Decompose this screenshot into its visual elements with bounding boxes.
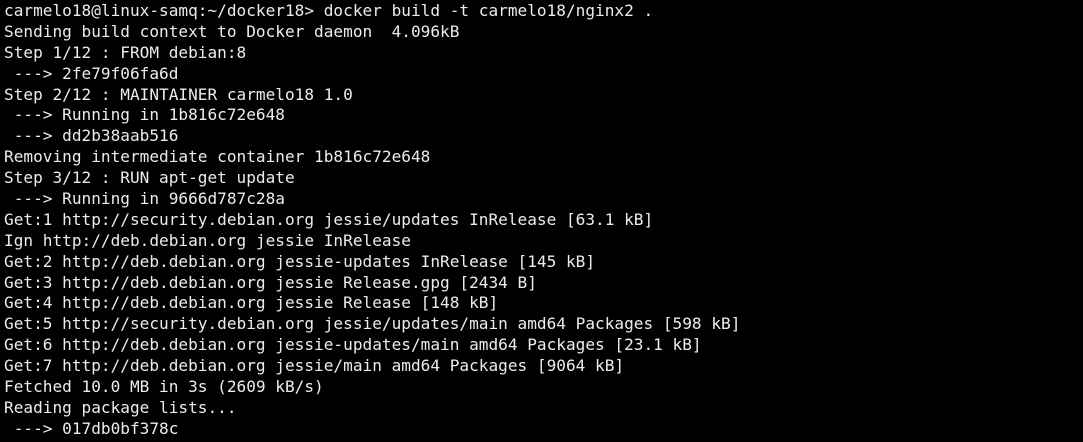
terminal-line: Reading package lists... bbox=[4, 397, 237, 417]
terminal-line: Fetched 10.0 MB in 3s (2609 kB/s) bbox=[4, 377, 324, 397]
terminal-line: Get:5 http://security.debian.org jessie/… bbox=[4, 314, 741, 334]
terminal-line: Ign http://deb.debian.org jessie InRelea… bbox=[4, 230, 411, 250]
terminal-line: ---> 2fe79f06fa6d bbox=[4, 63, 179, 83]
terminal-line: Get:7 http://deb.debian.org jessie/main … bbox=[4, 356, 625, 376]
terminal-line: Get:3 http://deb.debian.org jessie Relea… bbox=[4, 272, 537, 292]
terminal-line: Get:2 http://deb.debian.org jessie-updat… bbox=[4, 251, 596, 271]
terminal-line: Get:4 http://deb.debian.org jessie Relea… bbox=[4, 293, 499, 313]
terminal-line: Get:1 http://security.debian.org jessie/… bbox=[4, 209, 654, 229]
terminal-line: Step 3/12 : RUN apt-get update bbox=[4, 168, 295, 188]
terminal-line: Get:6 http://deb.debian.org jessie-updat… bbox=[4, 335, 702, 355]
terminal-window[interactable]: carmelo18@linux-samq:~/docker18> docker … bbox=[0, 0, 1083, 442]
terminal-line: Removing intermediate container 1b816c72… bbox=[4, 147, 431, 167]
terminal-line: ---> 017db0bf378c bbox=[4, 418, 179, 438]
terminal-line: Sending build context to Docker daemon 4… bbox=[4, 21, 460, 41]
terminal-line: ---> Running in 9666d787c28a bbox=[4, 189, 285, 209]
terminal-line: Step 1/12 : FROM debian:8 bbox=[4, 42, 247, 62]
terminal-line-command: carmelo18@linux-samq:~/docker18> docker … bbox=[4, 1, 654, 20]
terminal-line: ---> Running in 1b816c72e648 bbox=[4, 105, 285, 125]
terminal-line: Step 2/12 : MAINTAINER carmelo18 1.0 bbox=[4, 84, 353, 104]
terminal-line: ---> dd2b38aab516 bbox=[4, 126, 179, 146]
